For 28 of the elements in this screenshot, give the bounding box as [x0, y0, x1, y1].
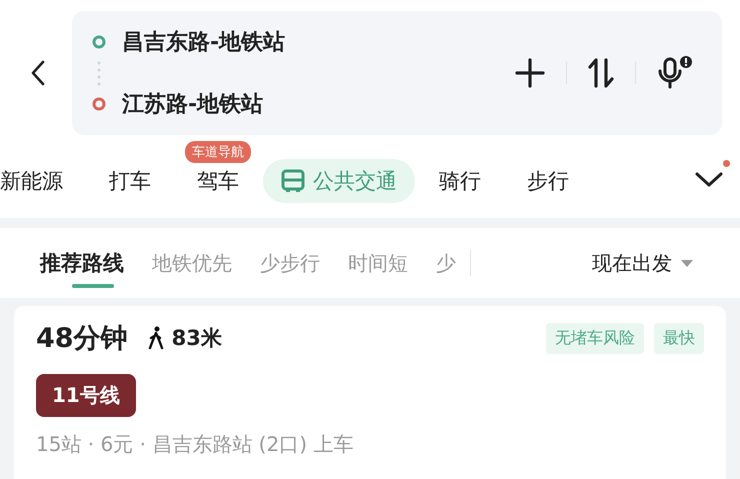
- mode-badge: 车道导航: [185, 141, 251, 163]
- destination-dot-icon: [92, 97, 106, 111]
- origin-field[interactable]: 昌吉东路-地铁站: [122, 27, 286, 57]
- swap-icon[interactable]: [587, 57, 615, 89]
- route-tag: 无堵车风险: [546, 322, 644, 354]
- route-details-text: 15站 · 6元 · 昌吉东路站 (2口) 上车: [36, 431, 354, 458]
- departure-dropdown[interactable]: 现在出发: [586, 248, 700, 278]
- mode-tab[interactable]: 打车: [87, 161, 173, 201]
- chevron-down-icon[interactable]: [694, 170, 724, 188]
- subway-line-badge: 11号线: [36, 374, 136, 417]
- back-icon[interactable]: [30, 60, 46, 86]
- origin-dot-icon: [92, 35, 106, 49]
- dropdown-caret-icon: [680, 258, 694, 268]
- walk-distance-text: 83米: [172, 325, 222, 352]
- notification-dot: [723, 160, 730, 167]
- add-icon[interactable]: [514, 57, 546, 89]
- route-tab[interactable]: 推荐路线: [40, 238, 138, 288]
- destination-field[interactable]: 江苏路-地铁站: [122, 89, 264, 119]
- mode-tab[interactable]: 骑行: [417, 161, 503, 201]
- mode-tab[interactable]: 步行: [505, 161, 591, 201]
- walking-person-icon: [148, 326, 164, 350]
- microphone-icon[interactable]: [656, 55, 694, 91]
- route-card[interactable]: 48分钟 83米 无堵车风险 最快 11号线 15站 · 6元 · 昌吉东路站 (2口) 上车: [14, 306, 726, 479]
- mode-tab[interactable]: 驾车: [175, 161, 261, 201]
- route-tag: 最快: [654, 322, 704, 354]
- mode-tab[interactable]: 新能源: [0, 161, 85, 201]
- bus-icon: [281, 169, 305, 193]
- duration-text: 48分钟: [36, 322, 128, 356]
